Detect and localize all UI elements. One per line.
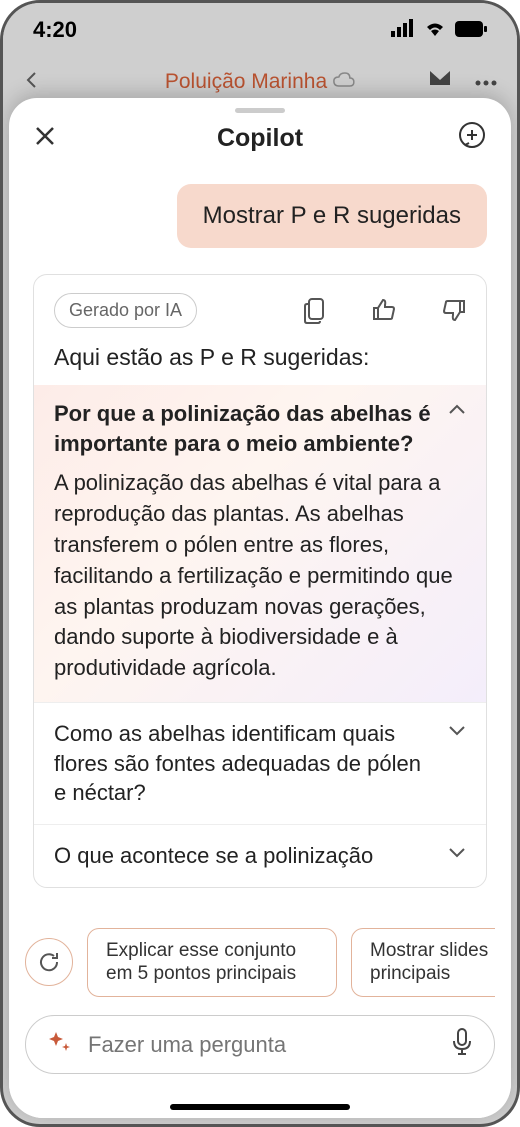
copilot-sheet: Copilot Mostrar P e R sugeridas Gerado p… bbox=[9, 98, 511, 1118]
prompt-input[interactable] bbox=[88, 1032, 436, 1058]
cloud-icon bbox=[333, 72, 355, 93]
signal-icon bbox=[391, 17, 415, 43]
ai-intro-text: Aqui estão as P e R sugeridas: bbox=[34, 340, 486, 385]
suggestion-chip[interactable]: Mostrar slides principais bbox=[351, 928, 495, 998]
bottom-area: Explicar esse conjunto em 5 pontos princ… bbox=[9, 918, 511, 1119]
chevron-down-icon bbox=[448, 845, 466, 863]
qa-question: Como as abelhas identificam quais flores… bbox=[54, 719, 438, 808]
thumbs-up-icon[interactable] bbox=[372, 298, 396, 324]
sheet-title: Copilot bbox=[217, 124, 303, 153]
refresh-suggestions-button[interactable] bbox=[25, 938, 73, 986]
clock: 4:20 bbox=[33, 17, 77, 43]
mic-icon[interactable] bbox=[452, 1028, 472, 1061]
close-icon[interactable] bbox=[33, 123, 73, 155]
prompt-input-container[interactable] bbox=[25, 1015, 495, 1074]
more-icon[interactable] bbox=[475, 73, 497, 91]
ai-generated-badge: Gerado por IA bbox=[54, 293, 197, 328]
header-actions bbox=[427, 68, 497, 97]
sheet-header: Copilot bbox=[9, 113, 511, 174]
back-icon[interactable] bbox=[23, 71, 47, 94]
status-bar: 4:20 bbox=[3, 3, 517, 57]
wifi-icon bbox=[423, 17, 447, 43]
document-title: Poluição Marinha bbox=[165, 70, 355, 94]
qa-item-collapsed[interactable]: O que acontece se a polinização bbox=[34, 824, 486, 887]
ai-card-header: Gerado por IA bbox=[34, 293, 486, 340]
chat-area: Mostrar P e R sugeridas Gerado por IA bbox=[9, 174, 511, 918]
thumbs-down-icon[interactable] bbox=[442, 298, 466, 324]
suggestion-chip[interactable]: Explicar esse conjunto em 5 pontos princ… bbox=[87, 928, 337, 998]
qa-answer: A polinização das abelhas é vital para a… bbox=[54, 468, 466, 684]
qa-item-expanded[interactable]: Por que a polinização das abelhas é impo… bbox=[34, 385, 486, 702]
sparkle-icon bbox=[48, 1030, 72, 1059]
copy-icon[interactable] bbox=[304, 298, 326, 324]
present-icon[interactable] bbox=[427, 68, 453, 97]
chevron-up-icon bbox=[448, 403, 466, 421]
qa-item-collapsed[interactable]: Como as abelhas identificam quais flores… bbox=[34, 702, 486, 824]
ai-response-card: Gerado por IA Aqui estão as P e R sug bbox=[33, 274, 487, 888]
user-message: Mostrar P e R sugeridas bbox=[177, 184, 487, 248]
battery-icon bbox=[455, 17, 487, 43]
ai-actions bbox=[304, 298, 466, 324]
phone-frame: 4:20 Poluição Marinha bbox=[0, 0, 520, 1127]
qa-question: O que acontece se a polinização bbox=[54, 841, 373, 871]
status-icons bbox=[391, 17, 487, 43]
qa-question: Por que a polinização das abelhas é impo… bbox=[54, 399, 438, 458]
new-chat-icon[interactable] bbox=[447, 121, 487, 156]
chevron-down-icon bbox=[448, 723, 466, 741]
suggestion-row: Explicar esse conjunto em 5 pontos princ… bbox=[25, 928, 495, 998]
home-indicator[interactable] bbox=[170, 1104, 350, 1110]
